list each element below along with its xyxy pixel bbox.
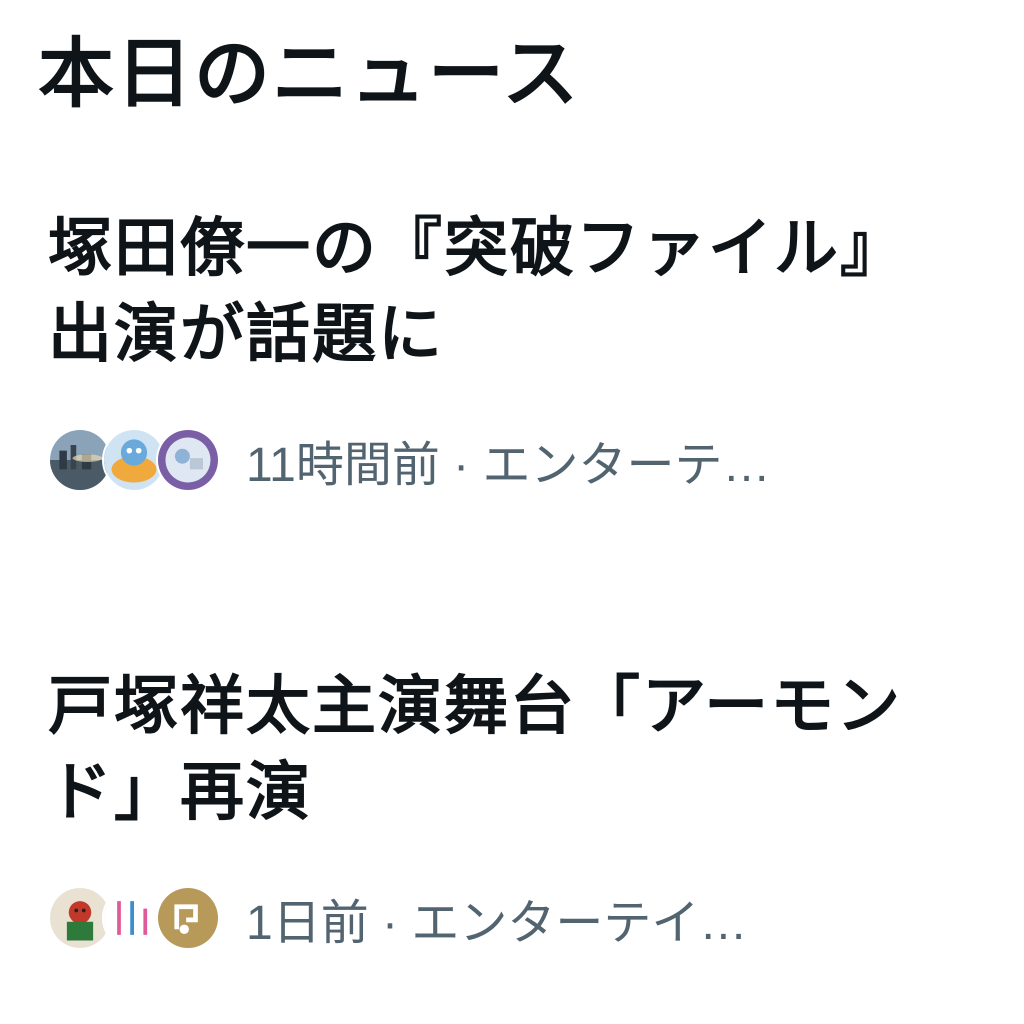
news-headline[interactable]: 戸塚祥太主演舞台「アーモンド」再演 [48,664,968,836]
natalie-logo-avatar [156,886,220,950]
news-meta-text: 1日前 · エンターテイ… [246,897,748,950]
news-item[interactable]: 塚田僚一の『突破ファイル』出演が話題に 11時間前 · エンターテ… [48,206,968,496]
news-meta: 1日前 · エンターテイ… [48,882,968,954]
section-title: 本日のニュース [38,29,581,118]
news-meta: 11時間前 · エンターテ… [48,424,968,496]
person-avatar [156,428,220,492]
source-avatars [48,886,220,950]
source-avatars [48,428,220,492]
news-item[interactable]: 戸塚祥太主演舞台「アーモンド」再演 1日前 · エンターテイ… [48,664,968,954]
news-headline[interactable]: 塚田僚一の『突破ファイル』出演が話題に [48,206,968,378]
news-meta-text: 11時間前 · エンターテ… [246,439,771,492]
